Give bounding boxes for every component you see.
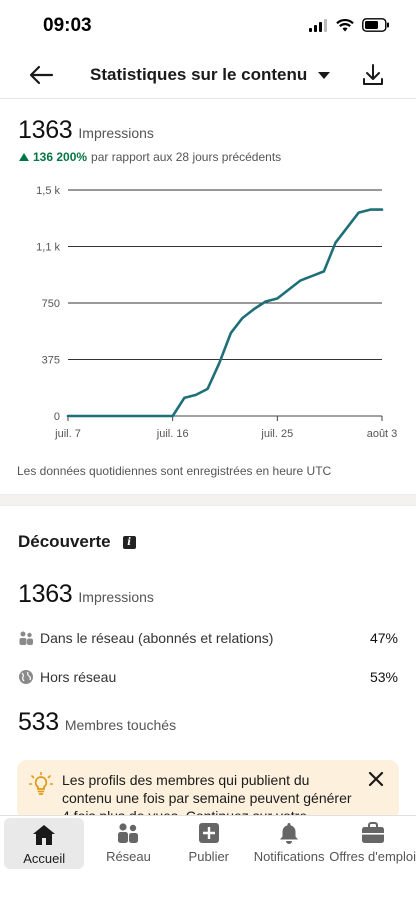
discovery-header: Découverte i — [18, 532, 136, 552]
plus-square-icon — [198, 823, 219, 843]
impressions-count: 1363 — [18, 116, 73, 144]
clock: 09:03 — [43, 15, 92, 36]
caret-down-icon — [318, 71, 331, 79]
arrow-left-icon — [29, 65, 54, 85]
download-button[interactable] — [360, 62, 386, 88]
y-tick-label: 1,1 k — [36, 242, 60, 254]
back-button[interactable] — [26, 62, 58, 88]
lightbulb-icon — [29, 772, 53, 795]
info-icon[interactable]: i — [122, 535, 136, 549]
impressions-change: 136 200% par rapport aux 28 jours précéd… — [19, 150, 281, 164]
nav-post[interactable]: Publier — [169, 816, 249, 871]
out-network-label: Hors réseau — [40, 669, 117, 685]
nav-home[interactable]: Accueil — [4, 818, 85, 869]
content-stats-dropdown[interactable]: Statistiques sur le contenu — [90, 65, 331, 85]
page-title: Statistiques sur le contenu — [90, 65, 308, 84]
x-tick-label: juil. 16 — [156, 428, 189, 440]
nav-network[interactable]: Réseau — [88, 816, 168, 871]
nav-notifications[interactable]: Notifications — [249, 816, 329, 871]
in-network-row: Dans le réseau (abonnés et relations) 47… — [18, 630, 398, 646]
discovery-impressions-count: 1363 — [18, 580, 73, 608]
trend-up-icon — [19, 153, 29, 161]
section-divider — [0, 494, 416, 506]
people-icon — [118, 823, 139, 843]
change-percent: 136 200% — [33, 150, 88, 164]
app-header: Statistiques sur le contenu — [0, 52, 416, 99]
briefcase-icon — [361, 822, 384, 843]
tip-text: Les profils des membres qui publient du … — [62, 772, 352, 820]
nav-jobs-label: Offres d'emploi — [329, 849, 416, 864]
status-bar: 09:03 — [0, 0, 416, 52]
download-icon — [363, 64, 383, 85]
impressions-chart: 0 375 750 1,1 k 1,5 k juil. 7 juil. 16 juil. 25… — [0, 176, 416, 446]
tip-banner: Les profils des membres qui publient du … — [17, 760, 399, 820]
change-text: par rapport aux 28 jours précédents — [91, 150, 282, 164]
y-tick-label: 375 — [42, 355, 60, 367]
x-tick-label: juil. 7 — [54, 428, 81, 440]
members-reached: 533 Membres touchés — [18, 708, 176, 737]
y-tick-label: 1,5 k — [36, 185, 60, 197]
members-count: 533 — [18, 708, 59, 736]
battery-icon — [362, 18, 389, 32]
people-icon — [19, 631, 33, 645]
impressions-label: Impressions — [78, 125, 154, 141]
nav-home-label: Accueil — [23, 851, 66, 866]
members-label: Membres touchés — [64, 717, 177, 733]
chart-note: Les données quotidiennes sont enregistré… — [17, 464, 332, 478]
discovery-impressions: 1363 Impressions — [18, 580, 154, 609]
discovery-impressions-label: Impressions — [78, 589, 154, 605]
nav-notifications-label: Notifications — [253, 849, 325, 864]
chart-svg: 0 375 750 1,1 k 1,5 k juil. 7 juil. 16 juil. 25… — [36, 185, 398, 440]
discovery-title: Découverte — [18, 532, 111, 551]
in-network-label: Dans le réseau (abonnés et relations) — [40, 630, 274, 646]
bell-icon — [280, 823, 299, 844]
close-icon[interactable] — [367, 770, 385, 788]
in-network-value: 47% — [369, 630, 398, 646]
globe-icon — [19, 670, 33, 684]
wifi-icon — [336, 18, 354, 31]
status-icons — [309, 18, 390, 32]
bottom-nav: Accueil Réseau Publier Notifications Off… — [0, 815, 416, 871]
y-tick-label: 750 — [42, 298, 60, 310]
series-line — [66, 208, 384, 418]
impressions-summary: 1363 Impressions — [18, 116, 154, 145]
out-network-row: Hors réseau 53% — [18, 669, 398, 685]
x-tick-label: août 3 — [367, 428, 398, 440]
home-icon — [33, 825, 56, 845]
x-tick-label: juil. 25 — [260, 428, 293, 440]
out-network-value: 53% — [369, 669, 398, 685]
y-tick-label: 0 — [54, 411, 60, 423]
home-indicator-area — [0, 870, 416, 900]
nav-network-label: Réseau — [106, 849, 151, 864]
signal-icon — [309, 18, 327, 32]
nav-post-label: Publier — [188, 849, 230, 864]
nav-jobs[interactable]: Offres d'emploi — [329, 816, 416, 871]
